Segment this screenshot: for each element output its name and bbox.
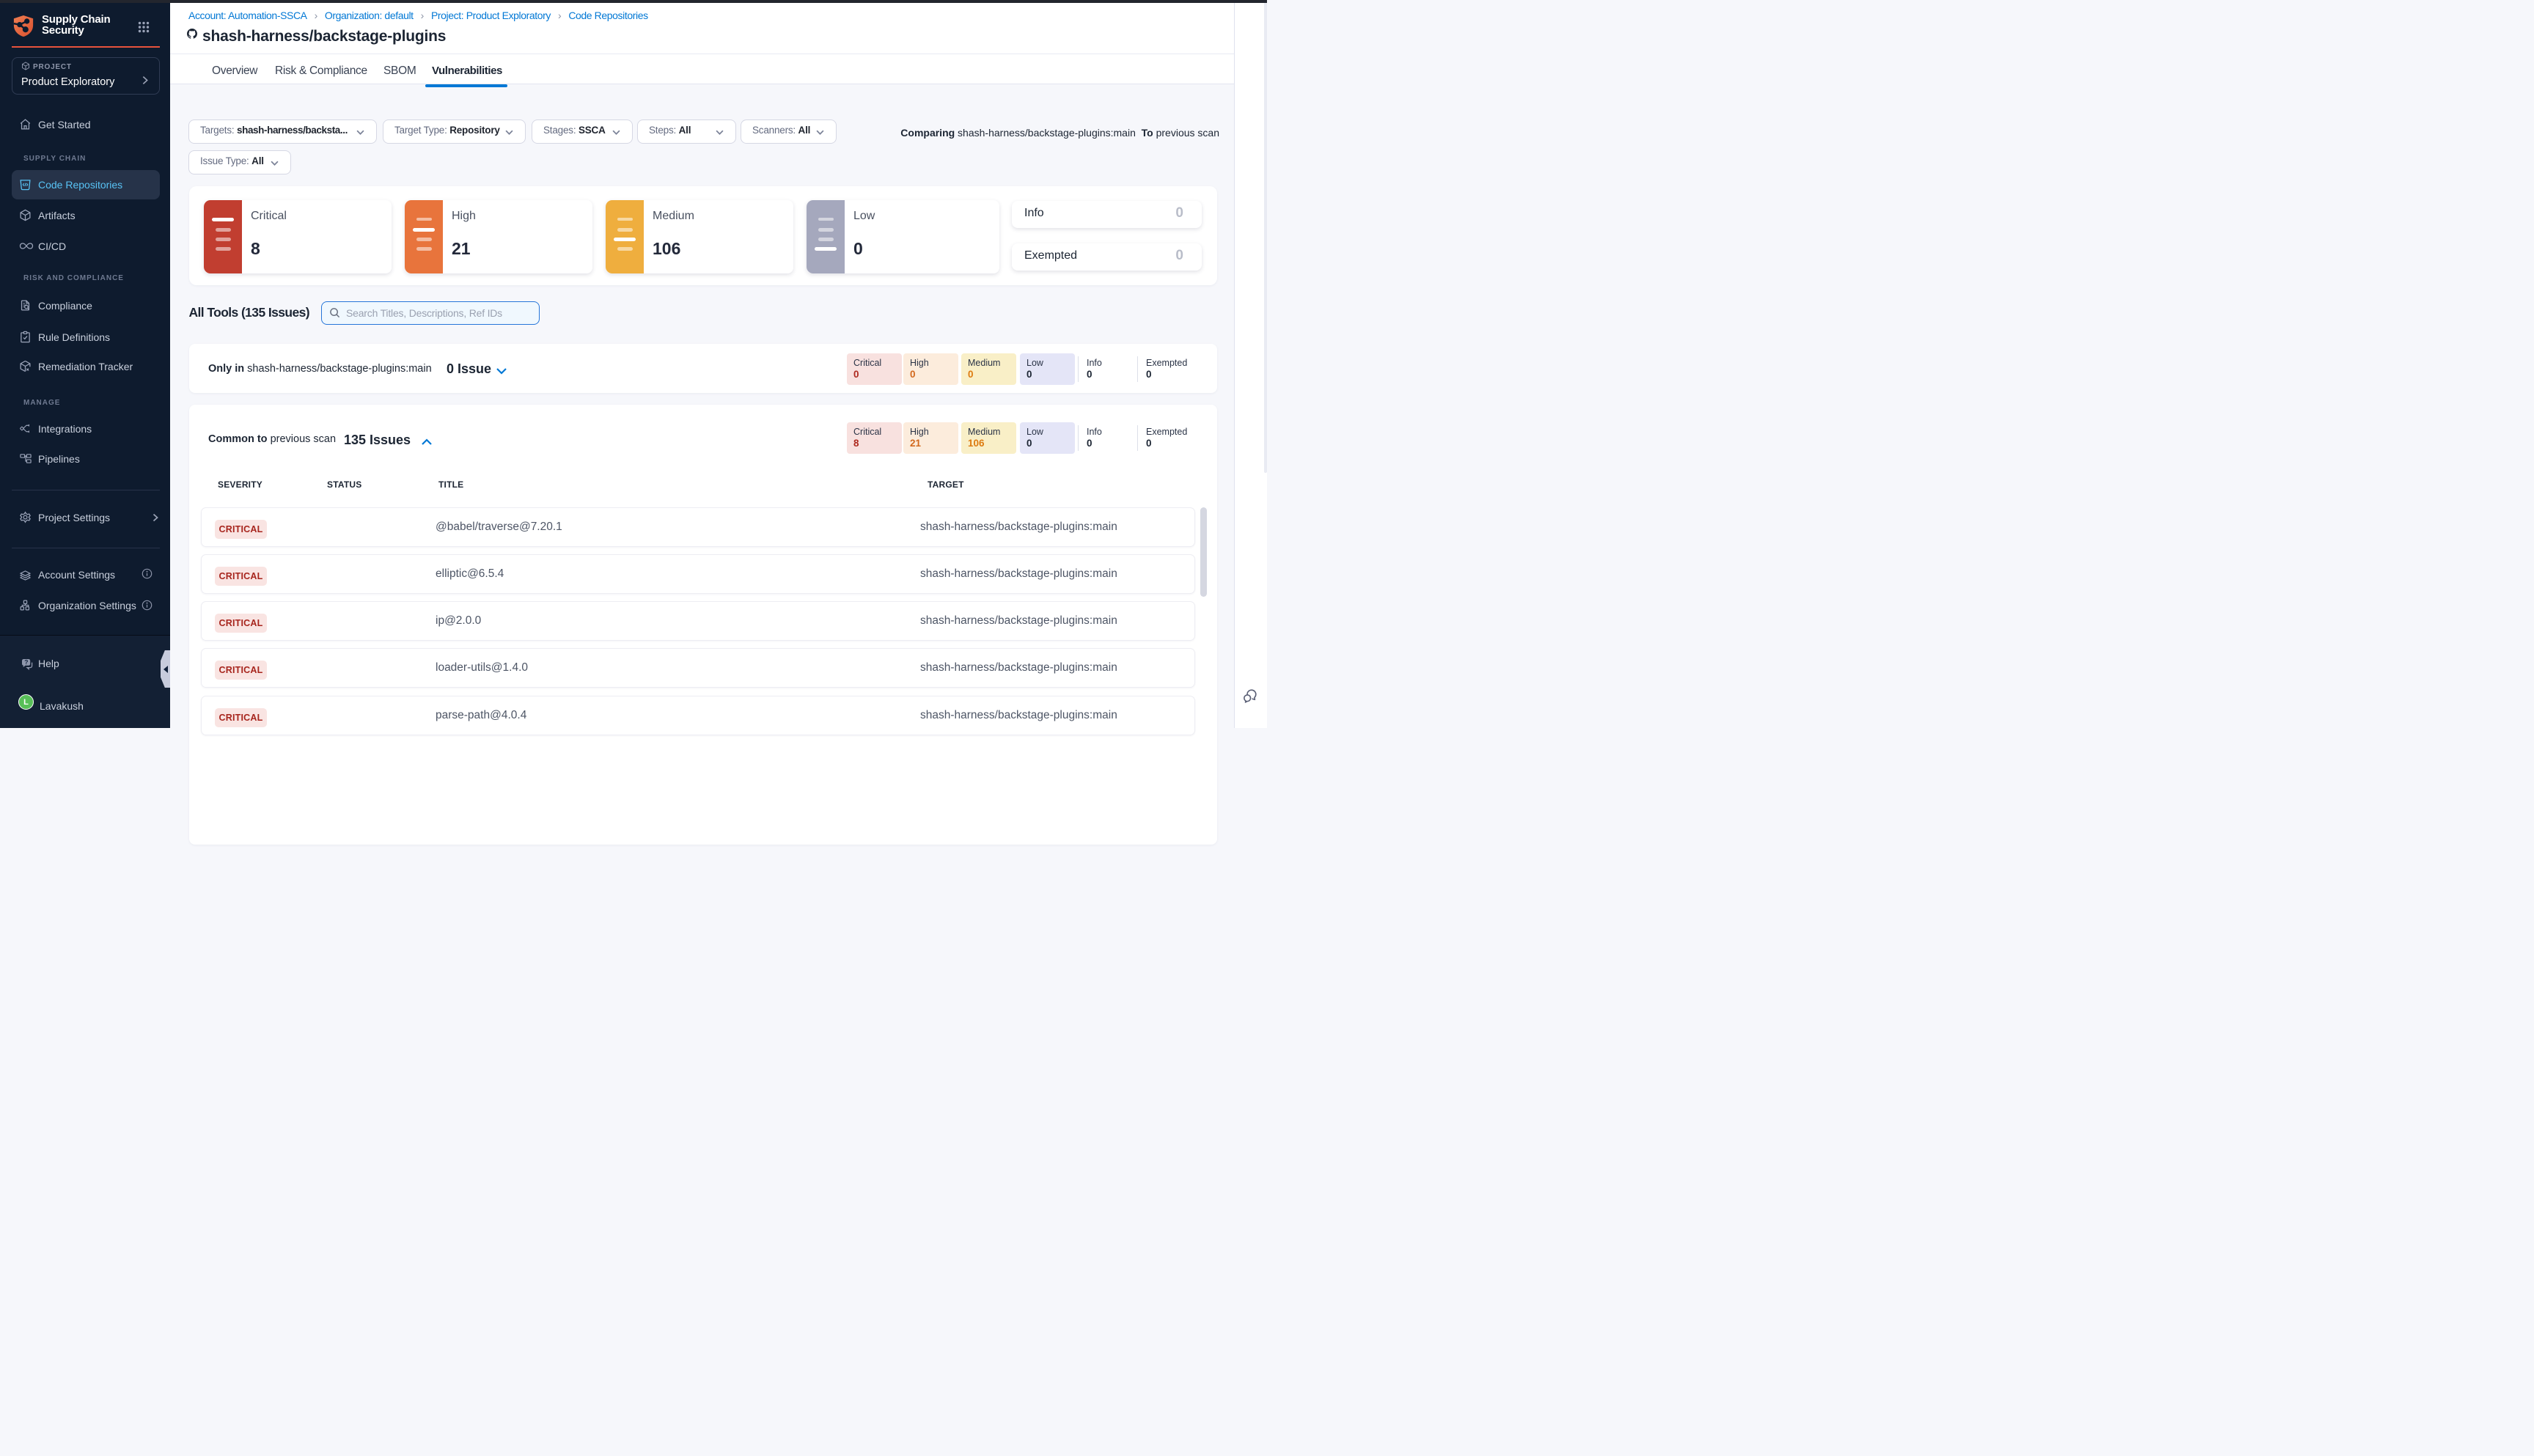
- svg-text:?: ?: [24, 658, 28, 666]
